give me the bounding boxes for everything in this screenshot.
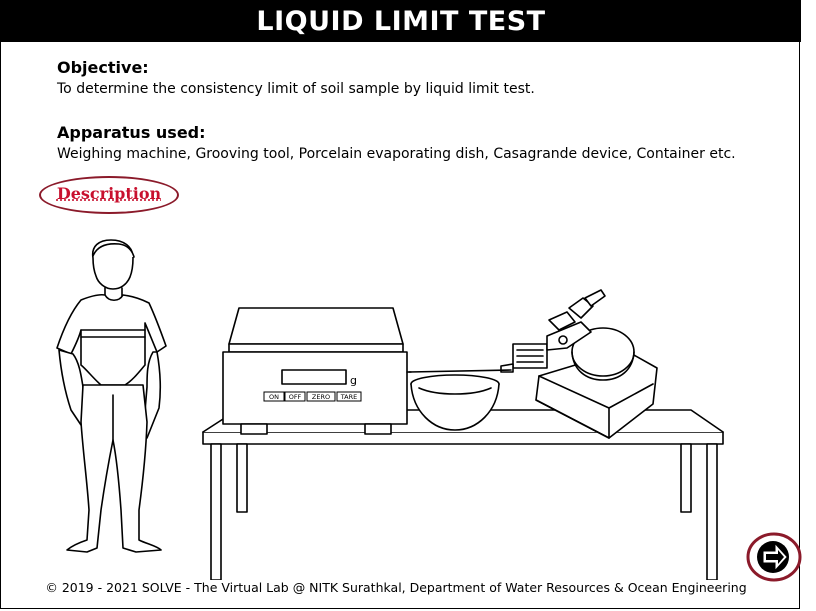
lab-frame: LIQUID LIMIT TEST Objective: To determin… [0,0,802,609]
scale-off-label: OFF [289,393,302,401]
lab-table [202,409,724,580]
next-button[interactable] [746,532,802,582]
page-title: LIQUID LIMIT TEST [1,0,801,42]
footer-copyright: © 2019 - 2021 SOLVE - The Virtual Lab @ … [45,580,747,595]
objective-text: To determine the consistency limit of so… [57,81,535,97]
description-button[interactable]: Description [39,176,179,214]
objective-heading: Objective: [57,58,149,77]
scale-tare-label: TARE [340,393,358,401]
lab-scene-illustration: g ON OFF ZERO TARE [56,239,724,580]
apparatus-heading: Apparatus used: [57,123,206,142]
scale-unit-label: g [350,374,357,387]
person-figure [56,239,167,553]
scale-on-label: ON [269,393,279,401]
scale-zero-label: ZERO [312,393,330,401]
apparatus-text: Weighing machine, Grooving tool, Porcela… [57,146,736,162]
description-label: Description [56,184,162,203]
next-arrow-icon [746,532,802,582]
weighing-machine [222,307,408,435]
